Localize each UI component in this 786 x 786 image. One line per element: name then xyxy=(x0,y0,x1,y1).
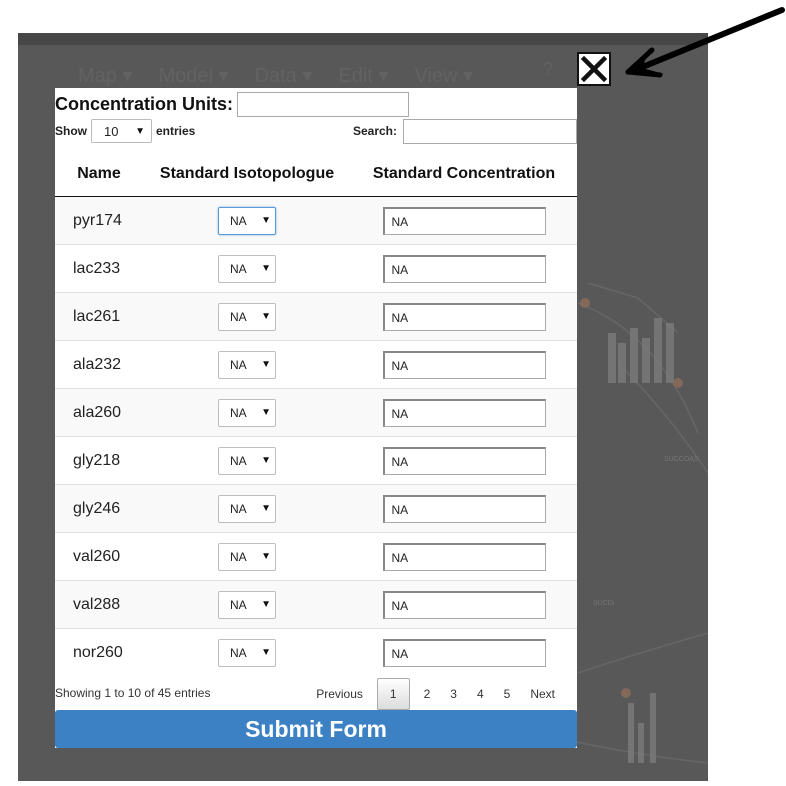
row-name: lac233 xyxy=(55,244,143,293)
page-length-value: 10 xyxy=(104,123,119,139)
concentration-input[interactable]: NA xyxy=(382,302,546,331)
units-input[interactable] xyxy=(237,91,409,117)
chevron-down-icon: ▼ xyxy=(261,311,271,322)
isotopologue-value: NA xyxy=(230,213,247,228)
map-label-sucdi: SUCDi xyxy=(593,600,615,607)
pagination-next[interactable]: Next xyxy=(520,679,565,709)
entries-label: entries xyxy=(156,124,196,138)
isotopologue-select[interactable]: NA ▼ xyxy=(218,350,276,379)
isotopologue-select[interactable]: NA ▼ xyxy=(218,302,276,331)
pagination-page-4[interactable]: 4 xyxy=(467,679,494,709)
concentration-input[interactable]: NA xyxy=(382,494,546,523)
isotopologue-select[interactable]: NA ▼ xyxy=(218,398,276,427)
chevron-down-icon: ▼ xyxy=(261,551,271,562)
pagination-page-5[interactable]: 5 xyxy=(494,679,521,709)
page-length-select[interactable]: 10 ▼ xyxy=(91,119,152,143)
table-row: lac261 NA ▼ NA xyxy=(55,292,577,341)
chevron-down-icon: ▼ xyxy=(261,455,271,466)
page-length-control: Show 10 ▼ entries xyxy=(55,118,195,144)
isotopologue-value: NA xyxy=(230,549,247,564)
chevron-down-icon: ▼ xyxy=(261,647,271,658)
row-name: ala260 xyxy=(55,388,143,437)
isotopologue-select[interactable]: NA ▼ xyxy=(218,542,276,571)
arrow-icon xyxy=(625,7,785,78)
concentration-input[interactable]: NA xyxy=(382,398,546,427)
column-header-isotopologue[interactable]: Standard Isotopologue xyxy=(143,152,351,197)
chevron-down-icon: ▼ xyxy=(261,263,271,274)
row-name: gly218 xyxy=(55,436,143,485)
isotopologue-value: NA xyxy=(230,501,247,516)
concentration-input[interactable]: NA xyxy=(382,638,546,667)
search-input[interactable] xyxy=(403,118,577,144)
row-name: nor260 xyxy=(55,628,143,676)
isotopologue-value: NA xyxy=(230,261,247,276)
standards-table: Name Standard Isotopologue Standard Conc… xyxy=(55,152,577,676)
isotopologue-value: NA xyxy=(230,645,247,660)
row-name: gly246 xyxy=(55,484,143,533)
table-row: nor260 NA ▼ NA xyxy=(55,628,577,676)
isotopologue-value: NA xyxy=(230,357,247,372)
table-row: gly218 NA ▼ NA xyxy=(55,436,577,485)
row-name: pyr174 xyxy=(55,196,143,245)
table-row: val288 NA ▼ NA xyxy=(55,580,577,629)
table-info: Showing 1 to 10 of 45 entries xyxy=(55,686,211,700)
concentration-input[interactable]: NA xyxy=(382,254,546,283)
isotopologue-value: NA xyxy=(230,309,247,324)
concentration-input[interactable]: NA xyxy=(382,446,546,475)
pagination: Previous 1 2 3 4 5 Next xyxy=(306,678,565,710)
chevron-down-icon: ▼ xyxy=(261,503,271,514)
column-header-concentration[interactable]: Standard Concentration xyxy=(351,152,577,197)
isotopologue-value: NA xyxy=(230,597,247,612)
table-row: val260 NA ▼ NA xyxy=(55,532,577,581)
table-row: gly246 NA ▼ NA xyxy=(55,484,577,533)
chevron-down-icon: ▼ xyxy=(261,215,271,226)
column-header-name[interactable]: Name xyxy=(55,152,143,197)
chevron-down-icon: ▼ xyxy=(135,125,145,137)
search-control: Search: xyxy=(353,118,577,144)
isotopologue-select[interactable]: NA ▼ xyxy=(218,590,276,619)
table-row: ala232 NA ▼ NA xyxy=(55,340,577,389)
submit-form-button[interactable]: Submit Form xyxy=(55,710,577,748)
concentration-input[interactable]: NA xyxy=(382,206,546,235)
show-label: Show xyxy=(55,124,87,138)
table-row: lac233 NA ▼ NA xyxy=(55,244,577,293)
row-name: val288 xyxy=(55,580,143,629)
row-name: lac261 xyxy=(55,292,143,341)
isotopologue-select[interactable]: NA ▼ xyxy=(218,206,276,235)
pagination-previous[interactable]: Previous xyxy=(306,679,373,709)
table-row: pyr174 NA ▼ NA xyxy=(55,196,577,245)
table-row: ala260 NA ▼ NA xyxy=(55,388,577,437)
concentration-input[interactable]: NA xyxy=(382,542,546,571)
close-icon xyxy=(580,55,608,83)
units-row: Concentration Units: xyxy=(55,90,409,118)
row-name: val260 xyxy=(55,532,143,581)
chevron-down-icon: ▼ xyxy=(261,359,271,370)
concentration-input[interactable]: NA xyxy=(382,590,546,619)
concentration-input[interactable]: NA xyxy=(382,350,546,379)
map-label-succoas: SUCCOAS xyxy=(664,456,699,463)
pagination-page-2[interactable]: 2 xyxy=(414,679,441,709)
row-name: ala232 xyxy=(55,340,143,389)
isotopologue-select[interactable]: NA ▼ xyxy=(218,494,276,523)
units-label: Concentration Units: xyxy=(55,93,233,114)
pagination-page-3[interactable]: 3 xyxy=(440,679,467,709)
isotopologue-value: NA xyxy=(230,453,247,468)
concentration-modal: Concentration Units: Show 10 ▼ entries S… xyxy=(55,88,577,748)
isotopologue-select[interactable]: NA ▼ xyxy=(218,446,276,475)
isotopologue-select[interactable]: NA ▼ xyxy=(218,638,276,667)
chevron-down-icon: ▼ xyxy=(261,599,271,610)
isotopologue-select[interactable]: NA ▼ xyxy=(218,254,276,283)
chevron-down-icon: ▼ xyxy=(261,407,271,418)
pagination-page-1[interactable]: 1 xyxy=(376,678,410,710)
isotopologue-value: NA xyxy=(230,405,247,420)
close-button[interactable] xyxy=(577,52,611,86)
search-label: Search: xyxy=(352,124,397,138)
